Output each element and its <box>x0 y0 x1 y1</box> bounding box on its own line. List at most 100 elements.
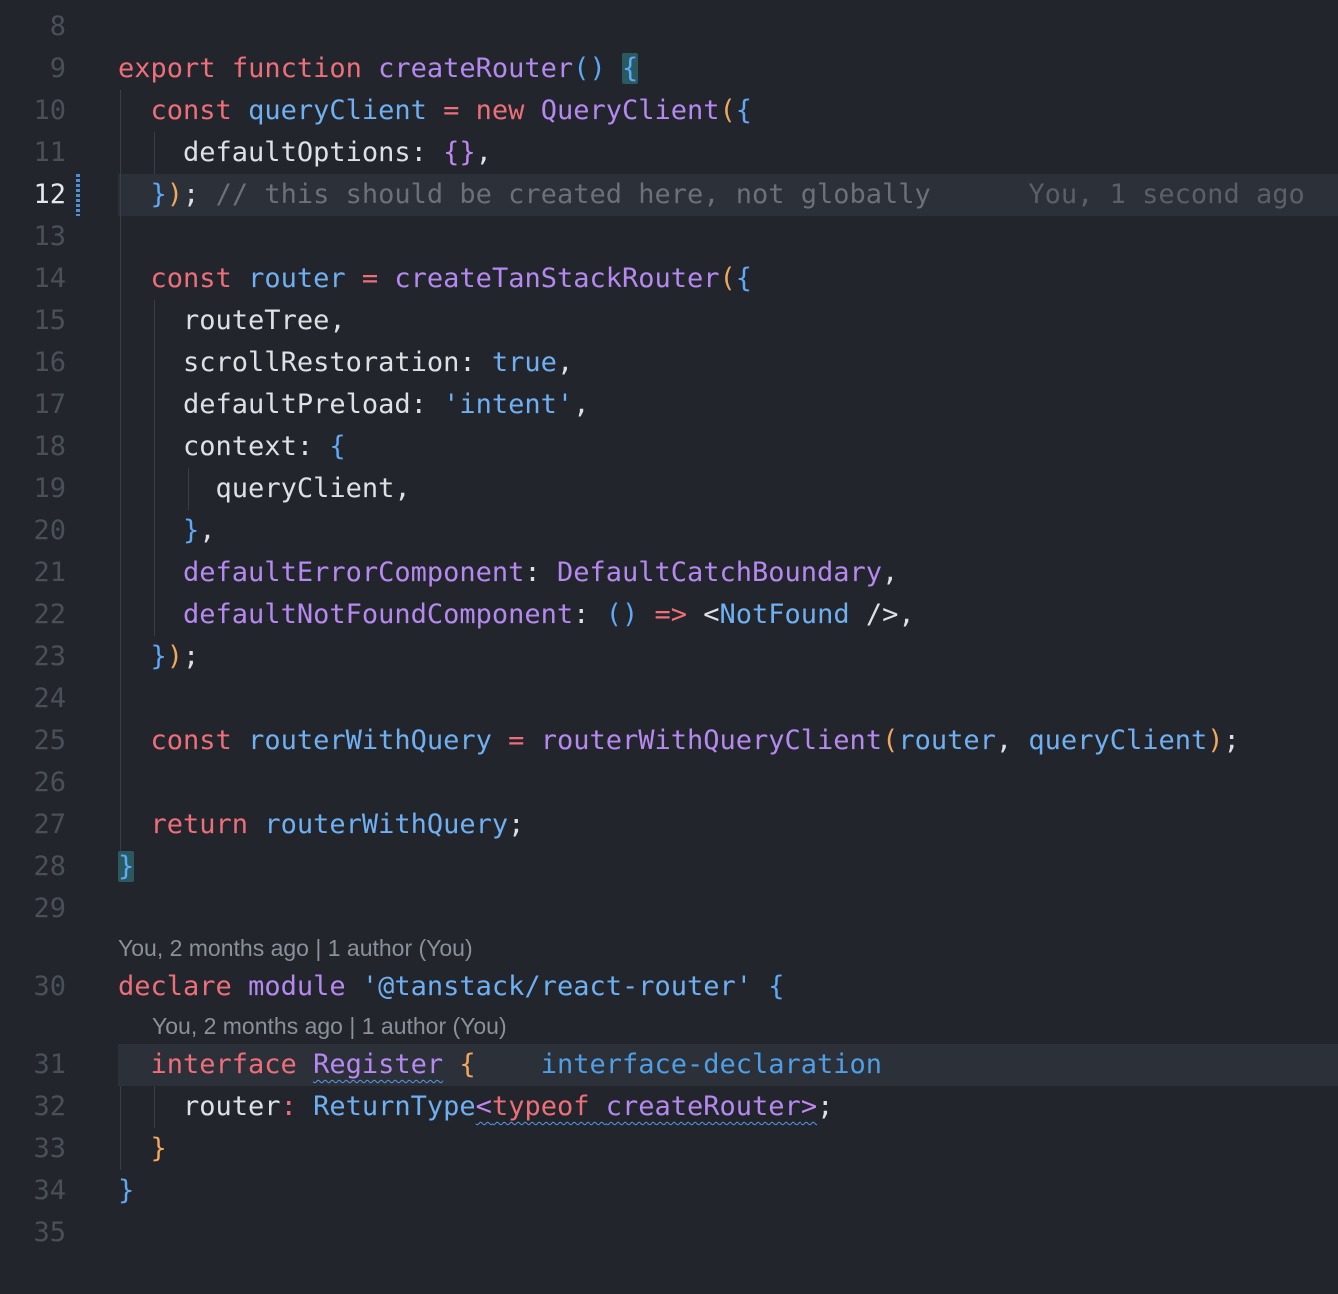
line-number[interactable]: 18 <box>0 426 66 468</box>
arrow-operator: => <box>654 599 687 630</box>
type-name: ReturnType <box>313 1091 476 1122</box>
keyword: interface <box>150 1049 297 1080</box>
line-number[interactable]: 29 <box>0 888 66 930</box>
operator: = <box>443 95 460 126</box>
bracket: > <box>800 1091 818 1122</box>
string-literal: 'intent' <box>443 389 574 420</box>
line-number[interactable]: 13 <box>0 216 66 258</box>
line-number[interactable]: 24 <box>0 678 66 720</box>
code-line-31[interactable]: interface Register { interface-declarati… <box>118 1044 1338 1086</box>
line-number[interactable]: 26 <box>0 762 66 804</box>
matched-bracket: } <box>118 851 135 882</box>
code-line-30[interactable]: declare module '@tanstack/react-router' … <box>118 966 1338 1008</box>
line-number[interactable]: 27 <box>0 804 66 846</box>
code-line-15[interactable]: routeTree, <box>118 300 1338 342</box>
code-line-18[interactable]: context: { <box>118 426 1338 468</box>
keyword: typeof <box>491 1091 590 1122</box>
code-line-9[interactable]: export function createRouter() { <box>118 48 1338 90</box>
line-number[interactable]: 9 <box>0 48 66 90</box>
code-line-12[interactable]: }); // this should be created here, not … <box>118 174 1338 216</box>
class-name: QueryClient <box>540 95 720 126</box>
line-number-active[interactable]: 12 <box>0 174 66 216</box>
operator: = <box>361 263 379 294</box>
code-line-17[interactable]: defaultPreload: 'intent', <box>118 384 1338 426</box>
bracket: { <box>459 1049 476 1080</box>
bracket: ( <box>882 725 899 756</box>
boolean-literal: true <box>491 347 557 378</box>
line-number[interactable]: 22 <box>0 594 66 636</box>
function-name: createTanStackRouter <box>394 263 720 294</box>
function-name: createRouter <box>378 53 574 84</box>
modified-line-indicator[interactable] <box>76 174 80 216</box>
code-line-34[interactable]: } <box>118 1170 1338 1212</box>
matched-bracket: { <box>621 53 639 84</box>
code-line-14[interactable]: const router = createTanStackRouter({ <box>118 258 1338 300</box>
line-number[interactable]: 31 <box>0 1044 66 1086</box>
line-number[interactable]: 25 <box>0 720 66 762</box>
code-line-28[interactable]: } <box>118 846 1338 888</box>
code-line-16[interactable]: scrollRestoration: true, <box>118 342 1338 384</box>
keyword: function <box>231 53 362 84</box>
bracket: } <box>150 641 167 672</box>
variable: router <box>248 263 346 294</box>
keyword: return <box>150 809 249 840</box>
keyword: export <box>118 53 216 84</box>
property: context <box>183 431 297 462</box>
line-number[interactable]: 15 <box>0 300 66 342</box>
line-number[interactable]: 34 <box>0 1170 66 1212</box>
line-number[interactable]: 19 <box>0 468 66 510</box>
codelens-blame[interactable]: You, 2 months ago | 1 author (You) <box>118 928 473 968</box>
code-line-11[interactable]: defaultOptions: {}, <box>118 132 1338 174</box>
code-line-21[interactable]: defaultErrorComponent: DefaultCatchBound… <box>118 552 1338 594</box>
line-number[interactable]: 35 <box>0 1212 66 1254</box>
code-line-32[interactable]: router: ReturnType<typeof createRouter>; <box>118 1086 1338 1128</box>
comment: // this should be created here, not glob… <box>215 179 931 210</box>
bracket: ( <box>719 95 736 126</box>
operator: = <box>508 725 525 756</box>
code-line-27[interactable]: return routerWithQuery; <box>118 804 1338 846</box>
variable: router <box>898 725 996 756</box>
property: scrollRestoration <box>183 347 460 378</box>
variable: queryClient <box>248 95 427 126</box>
property: defaultPreload <box>183 389 411 420</box>
function-name: createRouter <box>605 1091 801 1122</box>
line-number[interactable]: 23 <box>0 636 66 678</box>
code-line-23[interactable]: }); <box>118 636 1338 678</box>
inline-hint: interface-declaration <box>540 1049 883 1080</box>
bracket: ) <box>166 179 184 210</box>
line-number[interactable]: 30 <box>0 966 66 1008</box>
property: defaultNotFoundComponent <box>183 599 574 630</box>
line-number[interactable]: 21 <box>0 552 66 594</box>
line-number[interactable]: 32 <box>0 1086 66 1128</box>
line-number[interactable]: 11 <box>0 132 66 174</box>
line-number[interactable]: 8 <box>0 6 66 48</box>
code-line-19[interactable]: queryClient, <box>118 468 1338 510</box>
bracket: { <box>768 971 785 1002</box>
code-line-20[interactable]: }, <box>118 510 1338 552</box>
interface-name[interactable]: Register <box>313 1049 443 1080</box>
line-number[interactable]: 28 <box>0 846 66 888</box>
line-number[interactable]: 14 <box>0 258 66 300</box>
line-number[interactable]: 10 <box>0 90 66 132</box>
bracket: } <box>150 179 167 210</box>
line-number[interactable]: 16 <box>0 342 66 384</box>
property: queryClient, <box>215 473 411 504</box>
bracket: { <box>329 431 346 462</box>
keyword: const <box>150 725 232 756</box>
line-number[interactable]: 17 <box>0 384 66 426</box>
code-editor[interactable]: 8 9 10 11 12 13 14 15 16 17 18 19 20 21 … <box>0 0 1338 1294</box>
codelens-blame[interactable]: You, 2 months ago | 1 author (You) <box>152 1006 507 1046</box>
line-number[interactable]: 20 <box>0 510 66 552</box>
code-line-22[interactable]: defaultNotFoundComponent: () => <NotFoun… <box>118 594 1338 636</box>
bracket: ) <box>1207 725 1224 756</box>
property: router <box>183 1091 281 1122</box>
keyword: declare <box>118 971 232 1002</box>
line-number[interactable]: 33 <box>0 1128 66 1170</box>
keyword: module <box>248 971 346 1002</box>
code-line-10[interactable]: const queryClient = new QueryClient({ <box>118 90 1338 132</box>
bracket: { <box>735 263 753 294</box>
code-line-25[interactable]: const routerWithQuery = routerWithQueryC… <box>118 720 1338 762</box>
inline-blame[interactable]: You, 1 second ago <box>1028 179 1304 210</box>
bracket: } <box>118 1175 135 1206</box>
code-line-33[interactable]: } <box>118 1128 1338 1170</box>
